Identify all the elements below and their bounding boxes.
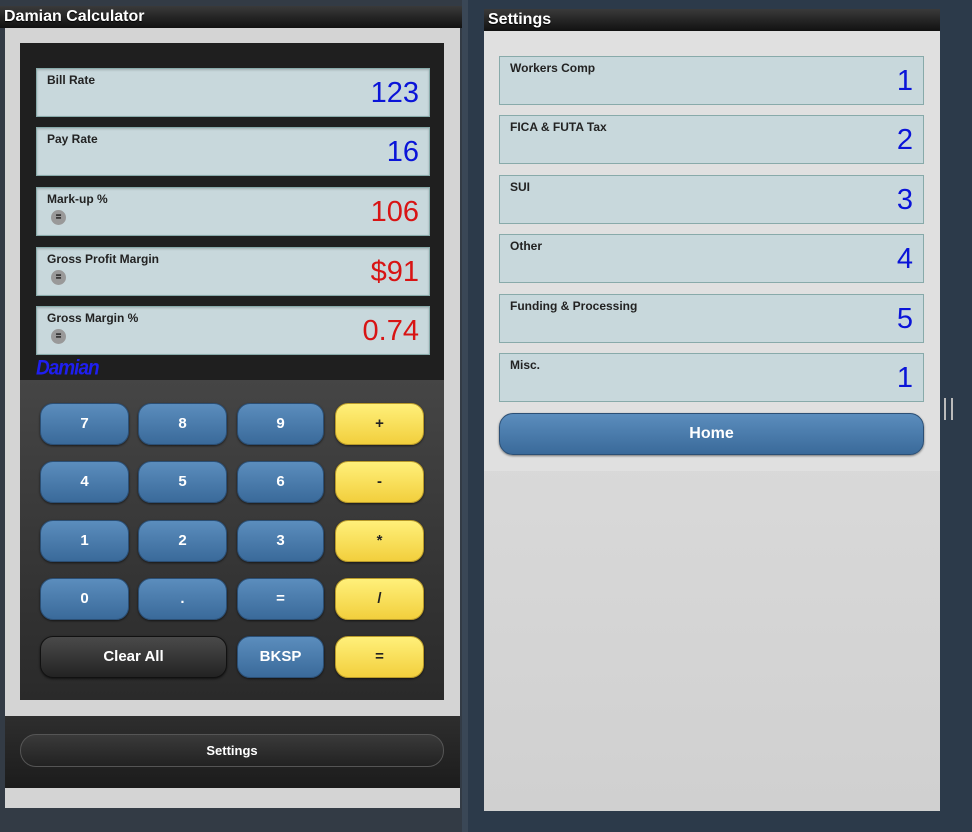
key-minus[interactable]: -: [335, 461, 424, 503]
calculator-title: Damian Calculator: [0, 6, 462, 28]
settings-title: Settings: [484, 9, 940, 31]
calculator-footer: Settings: [5, 716, 460, 788]
gross-profit-margin-field: Gross Profit Margin = $91: [36, 247, 430, 296]
fica-futa-value: 2: [896, 124, 913, 156]
markup-value: 106: [370, 196, 419, 228]
key-divide[interactable]: /: [335, 578, 424, 620]
key-equals-blue[interactable]: =: [237, 578, 324, 620]
settings-window: Settings Workers Comp 1 FICA & FUTA Tax …: [484, 0, 940, 812]
calculator-window: Damian Calculator Bill Rate 123 Pay Rate…: [0, 0, 462, 832]
keypad: 7 8 9 + 4 5 6 - 1 2 3 * 0 . = / Clear Al…: [20, 380, 444, 700]
markup-label: Mark-up %: [47, 192, 108, 206]
misc-value: 1: [896, 362, 913, 394]
key-1[interactable]: 1: [40, 520, 129, 562]
key-8[interactable]: 8: [138, 403, 227, 445]
key-decimal[interactable]: .: [138, 578, 227, 620]
misc-field[interactable]: Misc. 1: [499, 353, 924, 402]
equals-icon: =: [51, 329, 66, 344]
key-2[interactable]: 2: [138, 520, 227, 562]
calculator-body: Bill Rate 123 Pay Rate 16 Mark-up % = 10…: [5, 28, 460, 808]
fica-futa-field[interactable]: FICA & FUTA Tax 2: [499, 115, 924, 164]
equals-icon: =: [51, 270, 66, 285]
clear-all-button[interactable]: Clear All: [40, 636, 227, 678]
calculator-panel: Bill Rate 123 Pay Rate 16 Mark-up % = 10…: [20, 43, 444, 700]
bill-rate-label: Bill Rate: [47, 73, 96, 87]
sui-field[interactable]: SUI 3: [499, 175, 924, 224]
key-plus[interactable]: +: [335, 403, 424, 445]
key-6[interactable]: 6: [237, 461, 324, 503]
resize-grip-icon[interactable]: [944, 398, 953, 420]
funding-processing-field[interactable]: Funding & Processing 5: [499, 294, 924, 343]
funding-processing-value: 5: [896, 303, 913, 335]
funding-processing-label: Funding & Processing: [510, 299, 638, 313]
gross-profit-margin-value: $91: [370, 256, 419, 288]
bill-rate-field[interactable]: Bill Rate 123: [36, 68, 430, 117]
settings-panel: Workers Comp 1 FICA & FUTA Tax 2 SUI 3 O…: [484, 31, 940, 471]
workers-comp-value: 1: [896, 65, 913, 97]
gross-margin-percent-label: Gross Margin %: [47, 311, 139, 325]
pay-rate-value: 16: [386, 136, 419, 168]
workers-comp-field[interactable]: Workers Comp 1: [499, 56, 924, 105]
pay-rate-field[interactable]: Pay Rate 16: [36, 127, 430, 176]
other-label: Other: [510, 239, 543, 253]
key-3[interactable]: 3: [237, 520, 324, 562]
home-button[interactable]: Home: [499, 413, 924, 455]
sui-value: 3: [896, 184, 913, 216]
key-equals[interactable]: =: [335, 636, 424, 678]
fica-futa-label: FICA & FUTA Tax: [510, 120, 607, 134]
key-7[interactable]: 7: [40, 403, 129, 445]
key-4[interactable]: 4: [40, 461, 129, 503]
gross-profit-margin-label: Gross Profit Margin: [47, 252, 160, 266]
other-value: 4: [896, 243, 913, 275]
settings-body: Workers Comp 1 FICA & FUTA Tax 2 SUI 3 O…: [484, 31, 940, 811]
pane-divider: [462, 0, 468, 832]
gross-margin-percent-value: 0.74: [362, 315, 419, 347]
misc-label: Misc.: [510, 358, 541, 372]
other-field[interactable]: Other 4: [499, 234, 924, 283]
key-multiply[interactable]: *: [335, 520, 424, 562]
workers-comp-label: Workers Comp: [510, 61, 596, 75]
backspace-button[interactable]: BKSP: [237, 636, 324, 678]
bill-rate-value: 123: [370, 77, 419, 109]
settings-button[interactable]: Settings: [20, 734, 444, 767]
gross-margin-percent-field: Gross Margin % = 0.74: [36, 306, 430, 355]
key-9[interactable]: 9: [237, 403, 324, 445]
equals-icon: =: [51, 210, 66, 225]
brand-logo: Damian: [36, 356, 100, 380]
markup-field: Mark-up % = 106: [36, 187, 430, 236]
sui-label: SUI: [510, 180, 531, 194]
key-0[interactable]: 0: [40, 578, 129, 620]
pay-rate-label: Pay Rate: [47, 132, 98, 146]
key-5[interactable]: 5: [138, 461, 227, 503]
